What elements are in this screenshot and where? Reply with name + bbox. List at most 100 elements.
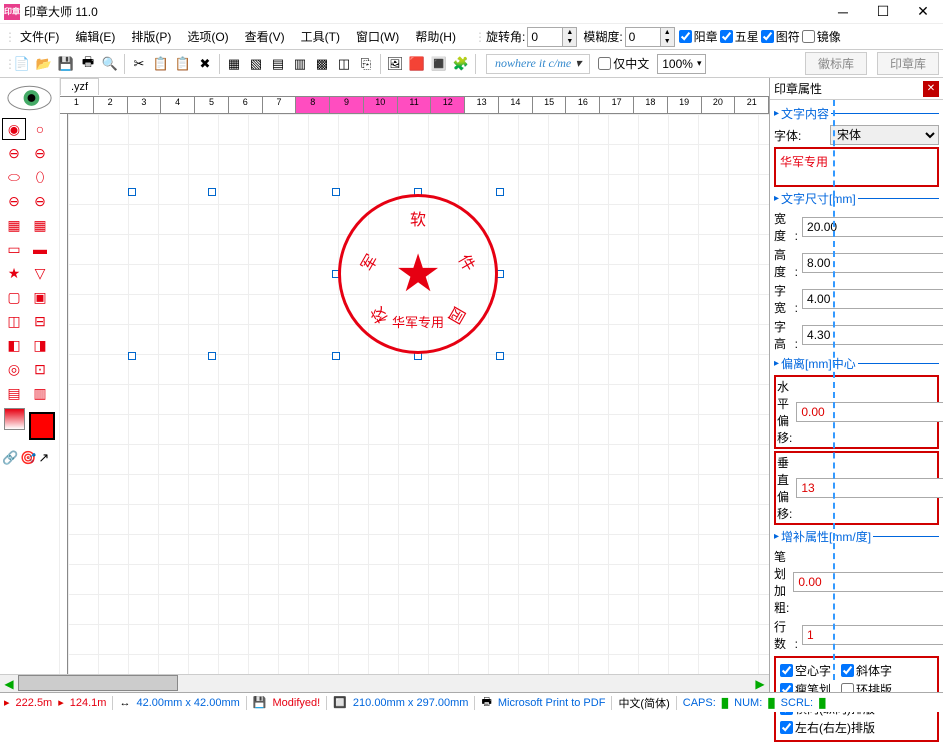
selection-handle[interactable] xyxy=(208,352,216,360)
width-spinner[interactable]: ▲▼ xyxy=(802,217,943,237)
toolbar-button[interactable]: 🔍 xyxy=(100,54,120,74)
tool-minus-circle-2[interactable]: ⊖ xyxy=(28,142,52,164)
toolbar-button[interactable]: 📋 xyxy=(173,54,193,74)
text-content-input[interactable]: 华军专用 xyxy=(774,147,939,187)
toolbar-button[interactable]: 🔳 xyxy=(429,54,449,74)
tool-rect[interactable]: ▭ xyxy=(2,238,26,260)
rotate-spinner[interactable]: ▲▼ xyxy=(527,27,577,47)
menu-item[interactable]: 编辑(E) xyxy=(67,26,123,47)
tool-rect-fill[interactable]: ▬ xyxy=(28,238,52,260)
opt-italic[interactable]: 斜体字 xyxy=(841,662,892,679)
chk-tufu[interactable]: 图符 xyxy=(761,28,800,45)
section-offset[interactable]: 偏离[mm]中心 xyxy=(774,355,939,372)
section-text-size[interactable]: 文字尺寸[mm] xyxy=(774,190,939,207)
toolbar-button[interactable]: ✖ xyxy=(195,54,215,74)
height-spinner[interactable]: ▲▼ xyxy=(802,253,943,273)
panel-close-button[interactable]: ✕ xyxy=(923,81,939,97)
toolbar-button[interactable]: 🧩 xyxy=(451,54,471,74)
tool-square-fill[interactable]: ▣ xyxy=(28,286,52,308)
selection-handle[interactable] xyxy=(128,352,136,360)
opt-lr[interactable]: 左右(右左)排版 xyxy=(780,719,933,736)
tool-target[interactable]: ◎ xyxy=(2,358,26,380)
tool-star[interactable]: ★ xyxy=(2,262,26,284)
document-tab[interactable]: .yzf xyxy=(60,78,99,95)
tool-ellipse-outline[interactable]: ⬯ xyxy=(28,166,52,188)
blur-spinner[interactable]: ▲▼ xyxy=(625,27,675,47)
toolbar-button[interactable]: 🖶 xyxy=(78,54,98,74)
toolbar-button[interactable]: ▧ xyxy=(246,54,266,74)
tool-half-r[interactable]: ◨ xyxy=(28,334,52,356)
h-scrollbar[interactable]: ◀ ▶ xyxy=(0,674,769,692)
scroll-right-icon[interactable]: ▶ xyxy=(751,675,769,692)
tool-circle-solid[interactable]: ◉ xyxy=(2,118,26,140)
tool-ellipse-bar-2[interactable]: ⊖ xyxy=(28,190,52,212)
canvas-area[interactable]: .yzf 123456789101112131415161718192021 ★… xyxy=(60,78,769,692)
toolbar-button[interactable]: 💾 xyxy=(56,54,76,74)
char-height-spinner[interactable]: ▲▼ xyxy=(802,325,943,345)
tool-export-icon[interactable]: ↗ xyxy=(38,450,49,466)
tool-target-2[interactable]: ⊡ xyxy=(28,358,52,380)
tool-grid[interactable]: ▦ xyxy=(2,214,26,236)
tool-hatch[interactable]: ▤ xyxy=(2,382,26,404)
font-preview[interactable]: nowhere it c/me xyxy=(486,54,590,74)
seal-object[interactable]: ★ 军 软 件 园 校 华军专用 xyxy=(338,194,498,354)
toolbar-button[interactable]: ▩ xyxy=(312,54,332,74)
close-button[interactable]: ✕ xyxy=(903,0,943,24)
toolbar-button[interactable]: ▦ xyxy=(224,54,244,74)
zoom-select[interactable]: 100%▾ xyxy=(657,54,706,74)
toolbar-button[interactable]: 📂 xyxy=(34,54,54,74)
tool-link-icon[interactable]: 🔗 xyxy=(2,450,18,466)
color-swatch[interactable] xyxy=(29,412,55,440)
h-offset-spinner[interactable]: ▲▼ xyxy=(796,402,943,422)
menu-item[interactable]: 窗口(W) xyxy=(348,26,407,47)
toolbar-button[interactable]: ◫ xyxy=(334,54,354,74)
tab-seal-lib[interactable]: 印章库 xyxy=(877,52,939,75)
menu-item[interactable]: 查看(V) xyxy=(237,26,293,47)
menu-item[interactable]: 文件(F) xyxy=(12,26,67,47)
toolbar-button[interactable]: 🖼 xyxy=(385,54,405,74)
tab-emblem-lib[interactable]: 徽标库 xyxy=(805,52,867,75)
only-cn-check[interactable] xyxy=(598,57,611,70)
tool-ellipse[interactable]: ⬭ xyxy=(2,166,26,188)
menu-item[interactable]: 工具(T) xyxy=(293,26,348,47)
menu-item[interactable]: 帮助(H) xyxy=(407,26,464,47)
scroll-thumb[interactable] xyxy=(18,675,178,691)
toolbar-button[interactable]: ✂ xyxy=(129,54,149,74)
tool-minus-circle[interactable]: ⊖ xyxy=(2,142,26,164)
toolbar-button[interactable]: ⎘ xyxy=(356,54,376,74)
stroke-bold-spinner[interactable]: ▲▼ xyxy=(793,572,943,592)
opt-hollow[interactable]: 空心字 xyxy=(780,662,831,679)
tool-grid-2[interactable]: ▦ xyxy=(28,214,52,236)
tool-target-icon[interactable]: 🎯 xyxy=(20,450,36,466)
tool-circle-outline[interactable]: ○ xyxy=(28,118,52,140)
toolbar-button[interactable]: ▥ xyxy=(290,54,310,74)
toolbar-button[interactable]: 📄 xyxy=(12,54,32,74)
chk-mirror[interactable]: 镜像 xyxy=(802,28,841,45)
rows-spinner[interactable]: ▲▼ xyxy=(802,625,943,645)
tool-hatch-2[interactable]: ▥ xyxy=(28,382,52,404)
char-width-spinner[interactable]: ▲▼ xyxy=(802,289,943,309)
chk-yang[interactable]: 阳章 xyxy=(679,28,718,45)
tool-half-l[interactable]: ◧ xyxy=(2,334,26,356)
section-text-content[interactable]: 文字内容 xyxy=(774,105,939,122)
tool-ellipse-bar[interactable]: ⊖ xyxy=(2,190,26,212)
font-select[interactable]: 宋体 xyxy=(830,125,939,145)
minimize-button[interactable]: ─ xyxy=(823,0,863,24)
tool-square[interactable]: ▢ xyxy=(2,286,26,308)
maximize-button[interactable]: ☐ xyxy=(863,0,903,24)
menu-item[interactable]: 选项(O) xyxy=(179,26,236,47)
tool-split-h[interactable]: ⊟ xyxy=(28,310,52,332)
selection-handle[interactable] xyxy=(208,188,216,196)
tool-split-v[interactable]: ◫ xyxy=(2,310,26,332)
toolbar-button[interactable]: ▤ xyxy=(268,54,288,74)
tool-triangle[interactable]: ▽ xyxy=(28,262,52,284)
section-extra[interactable]: 增补属性[mm/度] xyxy=(774,528,939,545)
menu-item[interactable]: 排版(P) xyxy=(123,26,179,47)
selection-handle[interactable] xyxy=(128,188,136,196)
toolbar-button[interactable]: 🟥 xyxy=(407,54,427,74)
v-offset-spinner[interactable]: ▲▼ xyxy=(796,478,943,498)
gradient-swatch[interactable] xyxy=(4,408,25,430)
scroll-left-icon[interactable]: ◀ xyxy=(0,675,18,692)
chk-star[interactable]: 五星 xyxy=(720,28,759,45)
toolbar-button[interactable]: 📋 xyxy=(151,54,171,74)
